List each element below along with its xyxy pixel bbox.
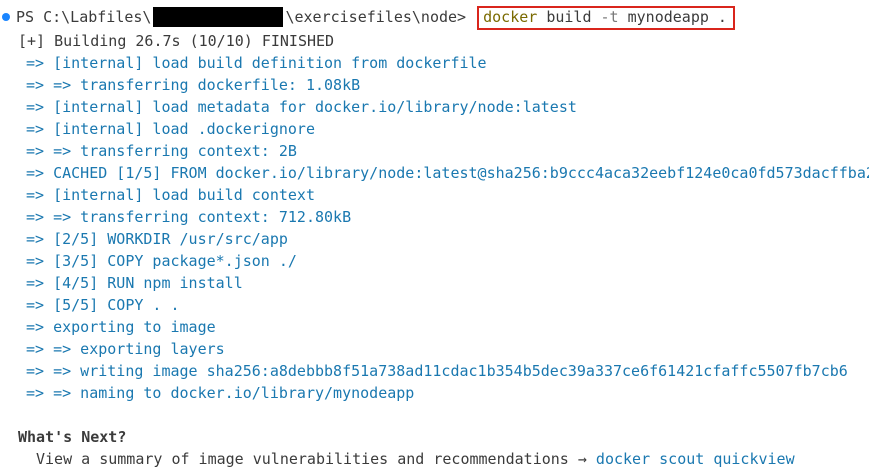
command-flag: -t xyxy=(600,8,619,26)
command-target: mynodeapp . xyxy=(627,8,727,26)
build-step: => => exporting layers xyxy=(26,340,225,358)
build-step: => => transferring context: 2B xyxy=(26,142,297,160)
scout-quickview-link[interactable]: docker scout quickview xyxy=(596,450,795,468)
prompt-line: PS C:\Labfiles\ \exercisefiles\node> dock… xyxy=(16,6,735,30)
build-step: => => transferring dockerfile: 1.08kB xyxy=(26,76,361,94)
build-step: => [internal] load build definition from… xyxy=(26,54,487,72)
build-step: => => naming to docker.io/library/mynode… xyxy=(26,384,415,402)
whats-next-title: What's Next? xyxy=(18,428,127,446)
whats-next-line: View a summary of image vulnerabilities … xyxy=(36,448,795,470)
build-step: => [2/5] WORKDIR /usr/src/app xyxy=(26,230,288,248)
whats-next-text: View a summary of image vulnerabilities … xyxy=(36,450,587,468)
command-program: docker xyxy=(483,8,538,26)
build-step: => [internal] load metadata for docker.i… xyxy=(26,98,577,116)
build-step: => exporting to image xyxy=(26,318,216,336)
build-step: => => transferring context: 712.80kB xyxy=(26,208,352,226)
build-step: => => writing image sha256:a8debbb8f51a7… xyxy=(26,362,848,380)
build-step: => [internal] load build context xyxy=(26,186,315,204)
build-step: => [4/5] RUN npm install xyxy=(26,274,243,292)
build-status: [+] Building 26.7s (10/10) FINISHED xyxy=(18,32,335,50)
build-step: => [internal] load .dockerignore xyxy=(26,120,315,138)
prompt-prefix: PS C:\Labfiles\ xyxy=(16,8,152,26)
prompt-marker-icon xyxy=(2,13,10,21)
build-step: => [3/5] COPY package*.json ./ xyxy=(26,252,297,270)
terminal-output[interactable]: PS C:\Labfiles\ \exercisefiles\node> dock… xyxy=(0,0,869,473)
build-step: => [5/5] COPY . . xyxy=(26,296,180,314)
highlighted-command: docker build -t mynodeapp . xyxy=(477,6,735,30)
prompt-suffix: \exercisefiles\node> xyxy=(285,8,467,26)
build-step: => CACHED [1/5] FROM docker.io/library/n… xyxy=(26,164,869,182)
command-args: build xyxy=(546,8,592,26)
redacted-path xyxy=(153,6,284,27)
